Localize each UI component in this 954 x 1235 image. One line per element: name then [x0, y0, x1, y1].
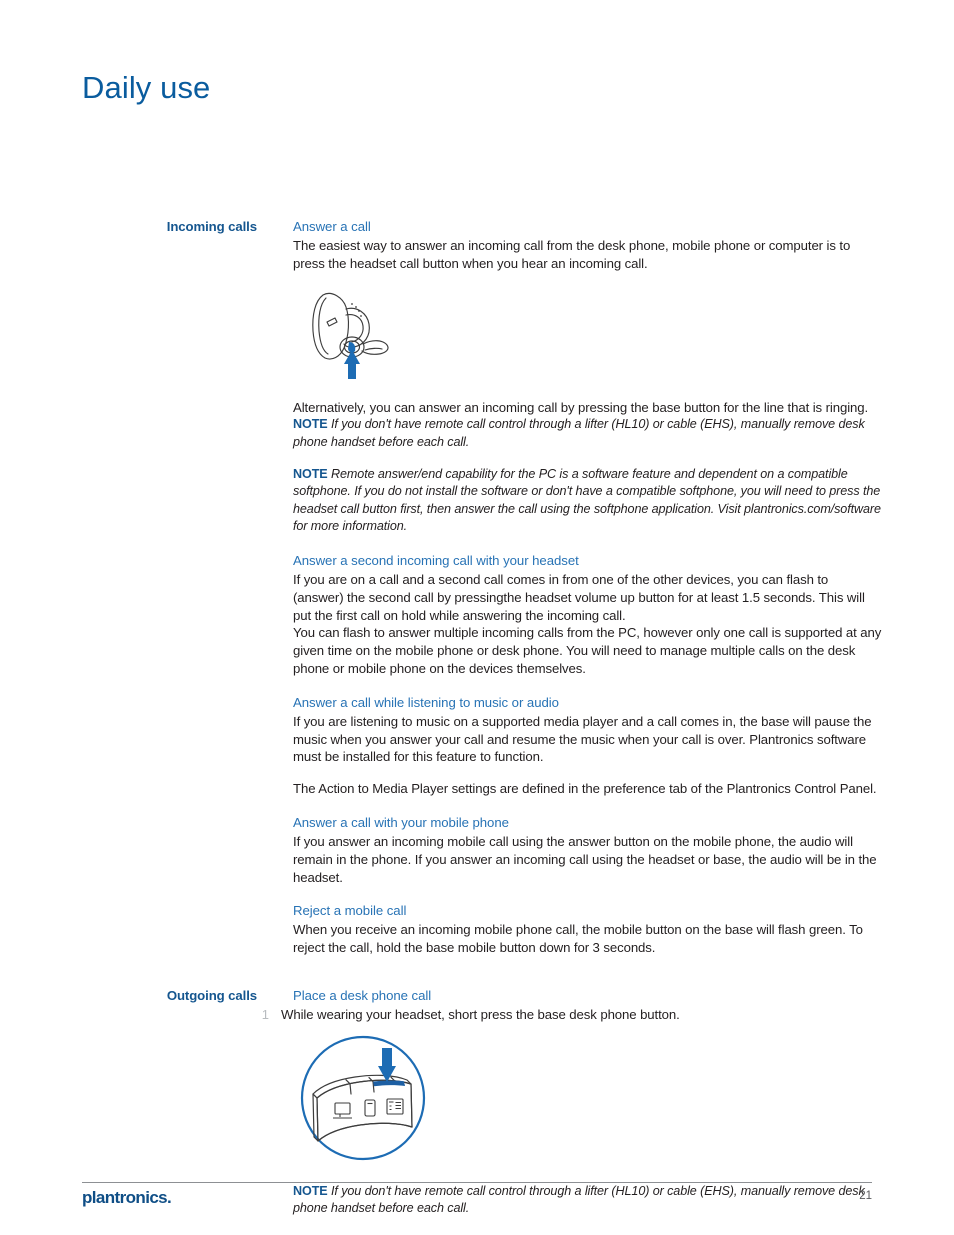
- arrow-up-icon: [344, 349, 360, 379]
- note-tag: NOTE: [293, 417, 328, 432]
- subheading-answer-second-call: Answer a second incoming call with your …: [293, 552, 579, 568]
- note-tag: NOTE: [293, 1183, 328, 1198]
- paragraph-answer-a-call: The easiest way to answer an incoming ca…: [293, 238, 851, 271]
- page-content: Incoming calls Answer a call The easiest…: [82, 218, 882, 1218]
- footer-divider: [82, 1182, 872, 1183]
- paragraph-answer-second-call: If you are on a call and a second call c…: [293, 571, 865, 623]
- desk-phone-icon: [386, 1098, 404, 1115]
- note-tag: NOTE: [293, 466, 328, 481]
- paragraph-reject-mobile-call: When you receive an incoming mobile phon…: [293, 922, 863, 956]
- section-label-outgoing-calls: Outgoing calls: [166, 987, 257, 1003]
- paragraph-flash-multiple-calls: You can flash to answer multiple incomin…: [293, 625, 882, 676]
- headset-illustration: [312, 292, 389, 379]
- note-text: If you don't have remote call control th…: [293, 417, 865, 449]
- plantronics-logo: plantronics.: [82, 1188, 172, 1208]
- subheading-answer-while-music: Answer a call while listening to music o…: [293, 694, 559, 710]
- base-station-illustration: [300, 1035, 426, 1160]
- section-incoming-calls: Incoming calls Answer a call The easiest…: [82, 218, 882, 957]
- note-lifter-2: NOTE If you don't have remote call contr…: [293, 1183, 882, 1218]
- step-1: 1 While wearing your headset, short pres…: [262, 1006, 882, 1024]
- desk-phone-button-highlight: [373, 1080, 405, 1086]
- paragraph-alternatively: Alternatively, you can answer an incomin…: [293, 399, 869, 415]
- step-number: 1: [261, 1006, 269, 1022]
- note-lifter-1: NOTE If you don't have remote call contr…: [293, 416, 882, 451]
- paragraph-answer-while-music: If you are listening to music on a suppo…: [293, 713, 872, 765]
- section-outgoing-calls: Outgoing calls Place a desk phone call 1…: [82, 987, 882, 1218]
- computer-icon: [333, 1102, 352, 1119]
- section-body-incoming-calls: Answer a call The easiest way to answer …: [293, 218, 882, 957]
- logo-wordmark: plantronics: [82, 1188, 168, 1207]
- page-number: 21: [859, 1190, 872, 1202]
- document-page: Daily use Incoming calls Answer a call T…: [0, 0, 954, 1235]
- subheading-answer-a-call: Answer a call: [293, 219, 371, 234]
- note-remote-answer: NOTE Remote answer/end capability for th…: [293, 466, 882, 536]
- note-text: Remote answer/end capability for the PC …: [293, 466, 881, 534]
- paragraph-answer-with-mobile: If you answer an incoming mobile call us…: [293, 833, 877, 885]
- logo-dot: .: [167, 1188, 172, 1207]
- note-text: If you don't have remote call control th…: [293, 1183, 865, 1216]
- base-button-icons: [333, 1098, 404, 1119]
- subheading-reject-mobile-call: Reject a mobile call: [293, 903, 407, 919]
- headset-call-button-illustration: [299, 282, 882, 385]
- page-title: Daily use: [82, 70, 211, 105]
- paragraph-action-media-player: The Action to Media Player settings are …: [293, 781, 877, 797]
- mobile-phone-icon: [364, 1099, 376, 1117]
- subheading-answer-with-mobile: Answer a call with your mobile phone: [293, 814, 509, 830]
- subheading-place-desk-phone-call: Place a desk phone call: [293, 987, 432, 1003]
- section-label-incoming-calls: Incoming calls: [166, 219, 257, 234]
- base-desk-phone-button-illustration: [299, 1034, 882, 1167]
- step-text: While wearing your headset, short press …: [281, 1006, 680, 1022]
- illustration-circle-border: [300, 1035, 426, 1160]
- section-body-outgoing-calls: Place a desk phone call 1 While wearing …: [262, 987, 882, 1218]
